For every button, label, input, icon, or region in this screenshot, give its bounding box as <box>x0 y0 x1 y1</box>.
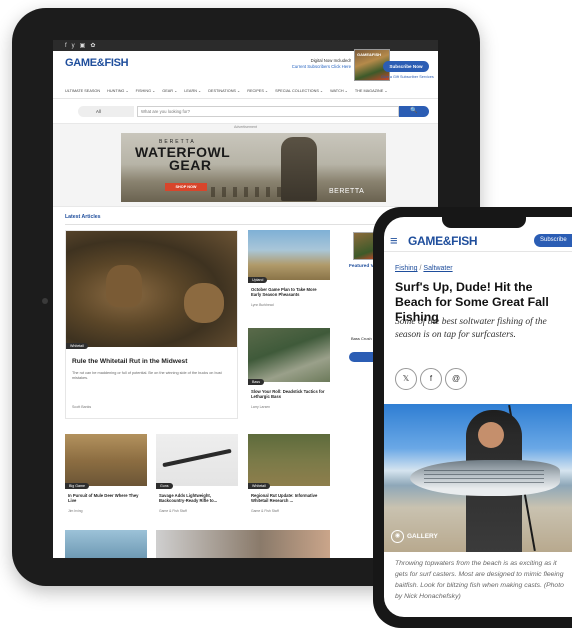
article-deck: Some of the best soltwater fishing of th… <box>395 317 547 340</box>
article-card[interactable]: Big Game In Pursuit of Mule Deer Where T… <box>65 434 147 520</box>
article-title[interactable]: In Pursuit of Mule Deer Where They Live <box>68 493 142 504</box>
article-byline: Game & Fish Staff <box>159 509 187 513</box>
breadcrumb: Fishing / Saltwater <box>395 265 453 272</box>
nav-item-watch[interactable]: WATCH ⌄ <box>330 88 348 93</box>
rifle-shape <box>162 448 232 468</box>
phone-screen: ≡ GAME&FISH Subscribe Fishing / Saltwate… <box>384 217 572 617</box>
main-article-description: The rut can be maddening or full of pote… <box>72 371 222 380</box>
photo-caption: Throwing topwaters from the beach is as … <box>395 560 564 600</box>
nav-item-learn[interactable]: LEARN ⌄ <box>184 88 201 93</box>
article-tag[interactable]: Upland <box>248 277 268 283</box>
facebook-share-icon[interactable]: f <box>420 368 442 390</box>
article-tag[interactable]: Whitetail <box>248 483 270 489</box>
phone-site-logo[interactable]: GAME&FISH <box>408 234 478 248</box>
camera-icon: ◉ <box>391 530 404 543</box>
search-bar: All What are you looking for? 🔍 <box>53 103 438 121</box>
article-byline: Game & Fish Staff <box>251 509 279 513</box>
nav-item-recipes[interactable]: RECIPES ⌄ <box>247 88 268 93</box>
article-title[interactable]: Savage Adds Lightweight, Backcountry-Rea… <box>159 493 233 504</box>
article-image[interactable] <box>65 530 147 558</box>
article-tag[interactable]: Guns <box>156 483 173 489</box>
ad-hunter-image <box>281 137 317 201</box>
main-article-byline: Scott Banks <box>72 405 92 409</box>
magazine-cover-title: GAME&FISH <box>357 52 381 57</box>
article-title[interactable]: October Game Plan to Take More Early Sea… <box>251 287 325 298</box>
article-card[interactable]: Bass Slow Your Roll: Deadstick Tactics f… <box>248 328 330 420</box>
site-logo[interactable]: GAME&FISH <box>65 57 129 69</box>
article-hero-photo[interactable]: ◉ GALLERY <box>384 404 572 552</box>
phone-device: ≡ GAME&FISH Subscribe Fishing / Saltwate… <box>373 207 572 628</box>
share-buttons: 𝕏 f @ <box>395 368 467 390</box>
phone-notch <box>442 217 526 228</box>
article-tag[interactable]: Big Game <box>65 483 89 489</box>
instagram-icon[interactable]: ▣ <box>80 43 86 49</box>
article-image[interactable] <box>156 530 330 558</box>
main-article-title[interactable]: Rule the Whitetail Rut in the Midwest <box>72 358 187 365</box>
search-input[interactable]: What are you looking for? <box>137 106 399 117</box>
tablet-camera <box>42 298 48 304</box>
breadcrumb-fishing[interactable]: Fishing <box>395 265 418 272</box>
youtube-icon[interactable]: y <box>72 43 75 49</box>
nav-item-hunting[interactable]: HUNTING ⌄ <box>107 88 129 93</box>
article-image[interactable] <box>248 230 330 280</box>
nav-item-fishing[interactable]: FISHING ⌄ <box>136 88 156 93</box>
main-article-card[interactable]: Whitetail Rule the Whitetail Rut in the … <box>65 230 238 419</box>
article-tag[interactable]: Bass <box>248 379 264 385</box>
pinterest-icon[interactable]: ✿ <box>90 43 95 49</box>
nav-item-gear[interactable]: GEAR ⌄ <box>162 88 177 93</box>
article-title[interactable]: Regional Rut Update: Informative Whiteta… <box>251 493 325 504</box>
fish-stripes-shape <box>424 470 544 484</box>
header-links[interactable]: Give a Gift Subscriber Services <box>381 75 434 79</box>
article-card[interactable]: Guns Savage Adds Lightweight, Backcountr… <box>156 434 238 520</box>
gallery-button[interactable]: ◉ GALLERY <box>391 530 438 543</box>
search-icon[interactable]: 🔍 <box>399 106 429 117</box>
nav-item-magazine[interactable]: THE MAGAZINE ⌄ <box>355 88 388 93</box>
nav-item-ultimate-season[interactable]: ULTIMATE SEASON <box>65 89 100 93</box>
ad-label: Advertisement <box>234 125 257 129</box>
x-share-icon[interactable]: 𝕏 <box>395 368 417 390</box>
article-byline: Larry Larsen <box>251 405 271 409</box>
article-title[interactable]: Slow Your Roll: Deadstick Tactics for Le… <box>251 389 325 400</box>
ad-headline-2: GEAR <box>169 157 212 173</box>
main-article-image[interactable] <box>66 231 237 347</box>
marketing-composite: f y ▣ ✿ GAME&FISH Digital Now Included! … <box>0 0 572 631</box>
article-image[interactable] <box>156 434 238 486</box>
hamburger-menu-icon[interactable]: ≡ <box>390 234 398 247</box>
ad-banner[interactable]: BERETTA WATERFOWL GEAR SHOP NOW BERETTA <box>121 133 386 202</box>
ad-brand-mark: BERETTA <box>329 188 365 195</box>
subscribe-now-button[interactable]: Subscribe Now <box>383 61 429 72</box>
breadcrumb-saltwater[interactable]: Saltwater <box>423 265 452 272</box>
nav-item-special-collections[interactable]: SPECIAL COLLECTIONS ⌄ <box>275 88 323 93</box>
digital-promo: Digital Now Included! Current Subscriber… <box>259 58 351 69</box>
nav-item-destinations[interactable]: DESTINATIONS ⌄ <box>208 88 240 93</box>
facebook-icon[interactable]: f <box>65 43 67 49</box>
article-byline: Lynn Burkhead <box>251 303 274 307</box>
search-category-select[interactable]: All <box>78 106 134 117</box>
site-header: GAME&FISH Digital Now Included! Current … <box>53 49 438 83</box>
current-subscribers-link[interactable]: Current Subscribers Click Here <box>259 64 351 70</box>
article-card[interactable]: Whitetail Regional Rut Update: Informati… <box>248 434 330 520</box>
article-image[interactable] <box>248 434 330 486</box>
phone-subscribe-button[interactable]: Subscribe <box>534 234 572 247</box>
article-image[interactable] <box>65 434 147 486</box>
gallery-label: GALLERY <box>407 533 438 540</box>
article-byline: Jim Irving <box>68 509 83 513</box>
phone-header: ≡ GAME&FISH Subscribe <box>384 230 572 252</box>
main-article-tag[interactable]: Whitetail <box>66 343 88 349</box>
section-title: Latest Articles <box>65 211 426 225</box>
email-share-icon[interactable]: @ <box>445 368 467 390</box>
angler-face-shape <box>478 422 504 448</box>
article-card[interactable]: Upland October Game Plan to Take More Ea… <box>248 230 330 318</box>
advertisement: Advertisement BERETTA WATERFOWL GEAR SHO… <box>53 123 438 207</box>
article-image[interactable] <box>248 328 330 382</box>
ad-shop-button[interactable]: SHOP NOW <box>165 183 207 191</box>
main-nav: ULTIMATE SEASON HUNTING ⌄ FISHING ⌄ GEAR… <box>53 83 438 99</box>
